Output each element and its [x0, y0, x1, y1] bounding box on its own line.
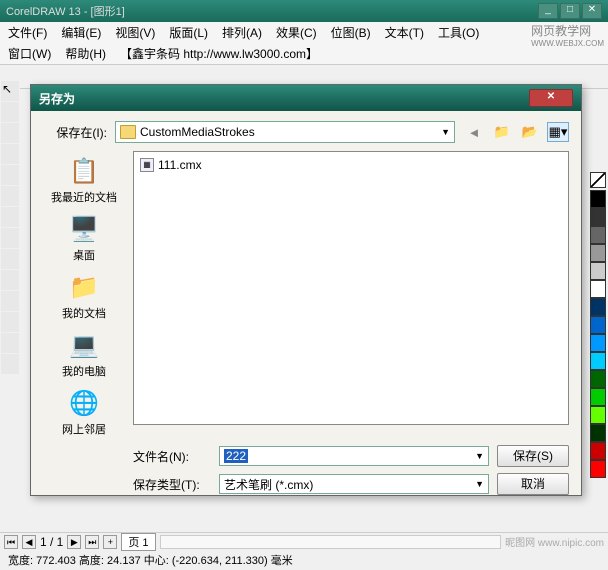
smart-tool-icon[interactable] [1, 165, 19, 185]
color-swatch[interactable] [590, 334, 606, 352]
place-computer[interactable]: 💻 我的电脑 [62, 329, 106, 379]
menu-help[interactable]: 帮助(H) [65, 45, 106, 62]
places-bar: 📋 我最近的文档 🖥️ 桌面 📁 我的文档 💻 我的电脑 [43, 151, 125, 437]
zoom-tool-icon[interactable] [1, 123, 19, 143]
app-titlebar: CorelDRAW 13 - [图形1] _ □ ✕ [0, 0, 608, 22]
place-recent[interactable]: 📋 我最近的文档 [51, 155, 117, 205]
folder-icon [120, 125, 136, 139]
save-in-label: 保存在(I): [43, 124, 107, 141]
dialog-close-button[interactable]: ✕ [529, 89, 573, 107]
add-page-button[interactable]: + [103, 535, 117, 549]
menu-edit[interactable]: 编辑(E) [61, 24, 101, 41]
save-in-combo[interactable]: CustomMediaStrokes ▼ [115, 121, 455, 143]
recent-docs-icon: 📋 [68, 155, 100, 187]
fill-tool-icon[interactable] [1, 333, 19, 353]
place-documents[interactable]: 📁 我的文档 [62, 271, 106, 321]
left-toolbox: ↖ [0, 80, 20, 375]
documents-icon: 📁 [68, 271, 100, 303]
desktop-icon: 🖥️ [68, 213, 100, 245]
folder-name: CustomMediaStrokes [140, 125, 437, 139]
color-swatch[interactable] [590, 388, 606, 406]
color-swatch[interactable] [590, 352, 606, 370]
new-folder-icon[interactable]: 📂 [519, 122, 541, 142]
color-swatch[interactable] [590, 280, 606, 298]
filetype-label: 保存类型(T): [133, 476, 211, 493]
filename-input[interactable]: 222 ▼ [219, 446, 489, 466]
pick-tool-icon[interactable]: ↖ [1, 81, 19, 101]
text-tool-icon[interactable] [1, 249, 19, 269]
menu-effects[interactable]: 效果(C) [276, 24, 317, 41]
color-swatch[interactable] [590, 460, 606, 478]
save-as-dialog: 另存为 ✕ 保存在(I): CustomMediaStrokes ▼ ◄ 📁 📂… [30, 84, 582, 496]
color-swatch[interactable] [590, 316, 606, 334]
menu-arrange[interactable]: 排列(A) [222, 24, 262, 41]
bottom-watermark: 昵图网 www.nipic.com [505, 534, 604, 549]
color-swatch[interactable] [590, 424, 606, 442]
nav-first-button[interactable]: ⏮ [4, 535, 18, 549]
interactive-tool-icon[interactable] [1, 270, 19, 290]
back-icon[interactable]: ◄ [463, 122, 485, 142]
color-swatch[interactable] [590, 370, 606, 388]
place-desktop[interactable]: 🖥️ 桌面 [68, 213, 100, 263]
rect-tool-icon[interactable] [1, 186, 19, 206]
statusbar: ⏮ ◀ 1 / 1 ▶ ⏭ + 页 1 昵图网 www.nipic.com 宽度… [0, 532, 608, 570]
filename-label: 文件名(N): [133, 448, 211, 465]
filetype-combo[interactable]: 艺术笔刷 (*.cmx) ▼ [219, 474, 489, 494]
menubar-row2: 窗口(W) 帮助(H) 【鑫宇条码 http://www.lw3000.com】 [0, 43, 608, 65]
status-text: 宽度: 772.403 高度: 24.137 中心: (-220.634, 21… [0, 550, 608, 570]
color-swatch[interactable] [590, 208, 606, 226]
color-swatch[interactable] [590, 262, 606, 280]
ellipse-tool-icon[interactable] [1, 207, 19, 227]
place-network[interactable]: 🌐 网上邻居 [62, 387, 106, 437]
eyedrop-tool-icon[interactable] [1, 291, 19, 311]
polygon-tool-icon[interactable] [1, 228, 19, 248]
outline-tool-icon[interactable] [1, 312, 19, 332]
freehand-tool-icon[interactable] [1, 144, 19, 164]
nav-next-button[interactable]: ▶ [67, 535, 81, 549]
color-swatch[interactable] [590, 190, 606, 208]
menu-extra-text: 【鑫宇条码 http://www.lw3000.com】 [120, 45, 318, 62]
color-palette [590, 172, 608, 478]
close-window-button[interactable]: ✕ [582, 3, 602, 19]
maximize-button[interactable]: □ [560, 3, 580, 19]
menu-file[interactable]: 文件(F) [8, 24, 47, 41]
nav-last-button[interactable]: ⏭ [85, 535, 99, 549]
page-tab[interactable]: 页 1 [121, 533, 155, 551]
horizontal-scrollbar[interactable] [160, 535, 502, 549]
menu-bitmap[interactable]: 位图(B) [331, 24, 371, 41]
menubar: 文件(F) 编辑(E) 视图(V) 版面(L) 排列(A) 效果(C) 位图(B… [0, 22, 608, 43]
cancel-button[interactable]: 取消 [497, 473, 569, 495]
file-item[interactable]: ▦ 111.cmx [138, 156, 564, 174]
color-swatch[interactable] [590, 298, 606, 316]
color-swatch[interactable] [590, 244, 606, 262]
file-list[interactable]: ▦ 111.cmx [133, 151, 569, 425]
interactive-fill-icon[interactable] [1, 354, 19, 374]
up-icon[interactable]: 📁 [491, 122, 513, 142]
app-title: CorelDRAW 13 - [图形1] [6, 3, 538, 19]
nav-prev-button[interactable]: ◀ [22, 535, 36, 549]
view-icon[interactable]: ▦▾ [547, 122, 569, 142]
color-swatch[interactable] [590, 226, 606, 244]
save-button[interactable]: 保存(S) [497, 445, 569, 467]
page-info: 1 / 1 [40, 535, 63, 549]
computer-icon: 💻 [68, 329, 100, 361]
cmx-file-icon: ▦ [140, 158, 154, 172]
menu-view[interactable]: 视图(V) [115, 24, 155, 41]
menu-layout[interactable]: 版面(L) [169, 24, 208, 41]
menu-text[interactable]: 文本(T) [385, 24, 424, 41]
menu-window[interactable]: 窗口(W) [8, 45, 51, 62]
shape-tool-icon[interactable] [1, 102, 19, 122]
no-color-swatch[interactable] [590, 172, 606, 188]
minimize-button[interactable]: _ [538, 3, 558, 19]
watermark: 网页教学网 WWW.WEBJX.COM [531, 22, 604, 48]
color-swatch[interactable] [590, 442, 606, 460]
menu-tools[interactable]: 工具(O) [438, 24, 479, 41]
color-swatch[interactable] [590, 406, 606, 424]
dialog-title: 另存为 [39, 90, 529, 107]
dialog-titlebar[interactable]: 另存为 ✕ [31, 85, 581, 111]
network-icon: 🌐 [68, 387, 100, 419]
